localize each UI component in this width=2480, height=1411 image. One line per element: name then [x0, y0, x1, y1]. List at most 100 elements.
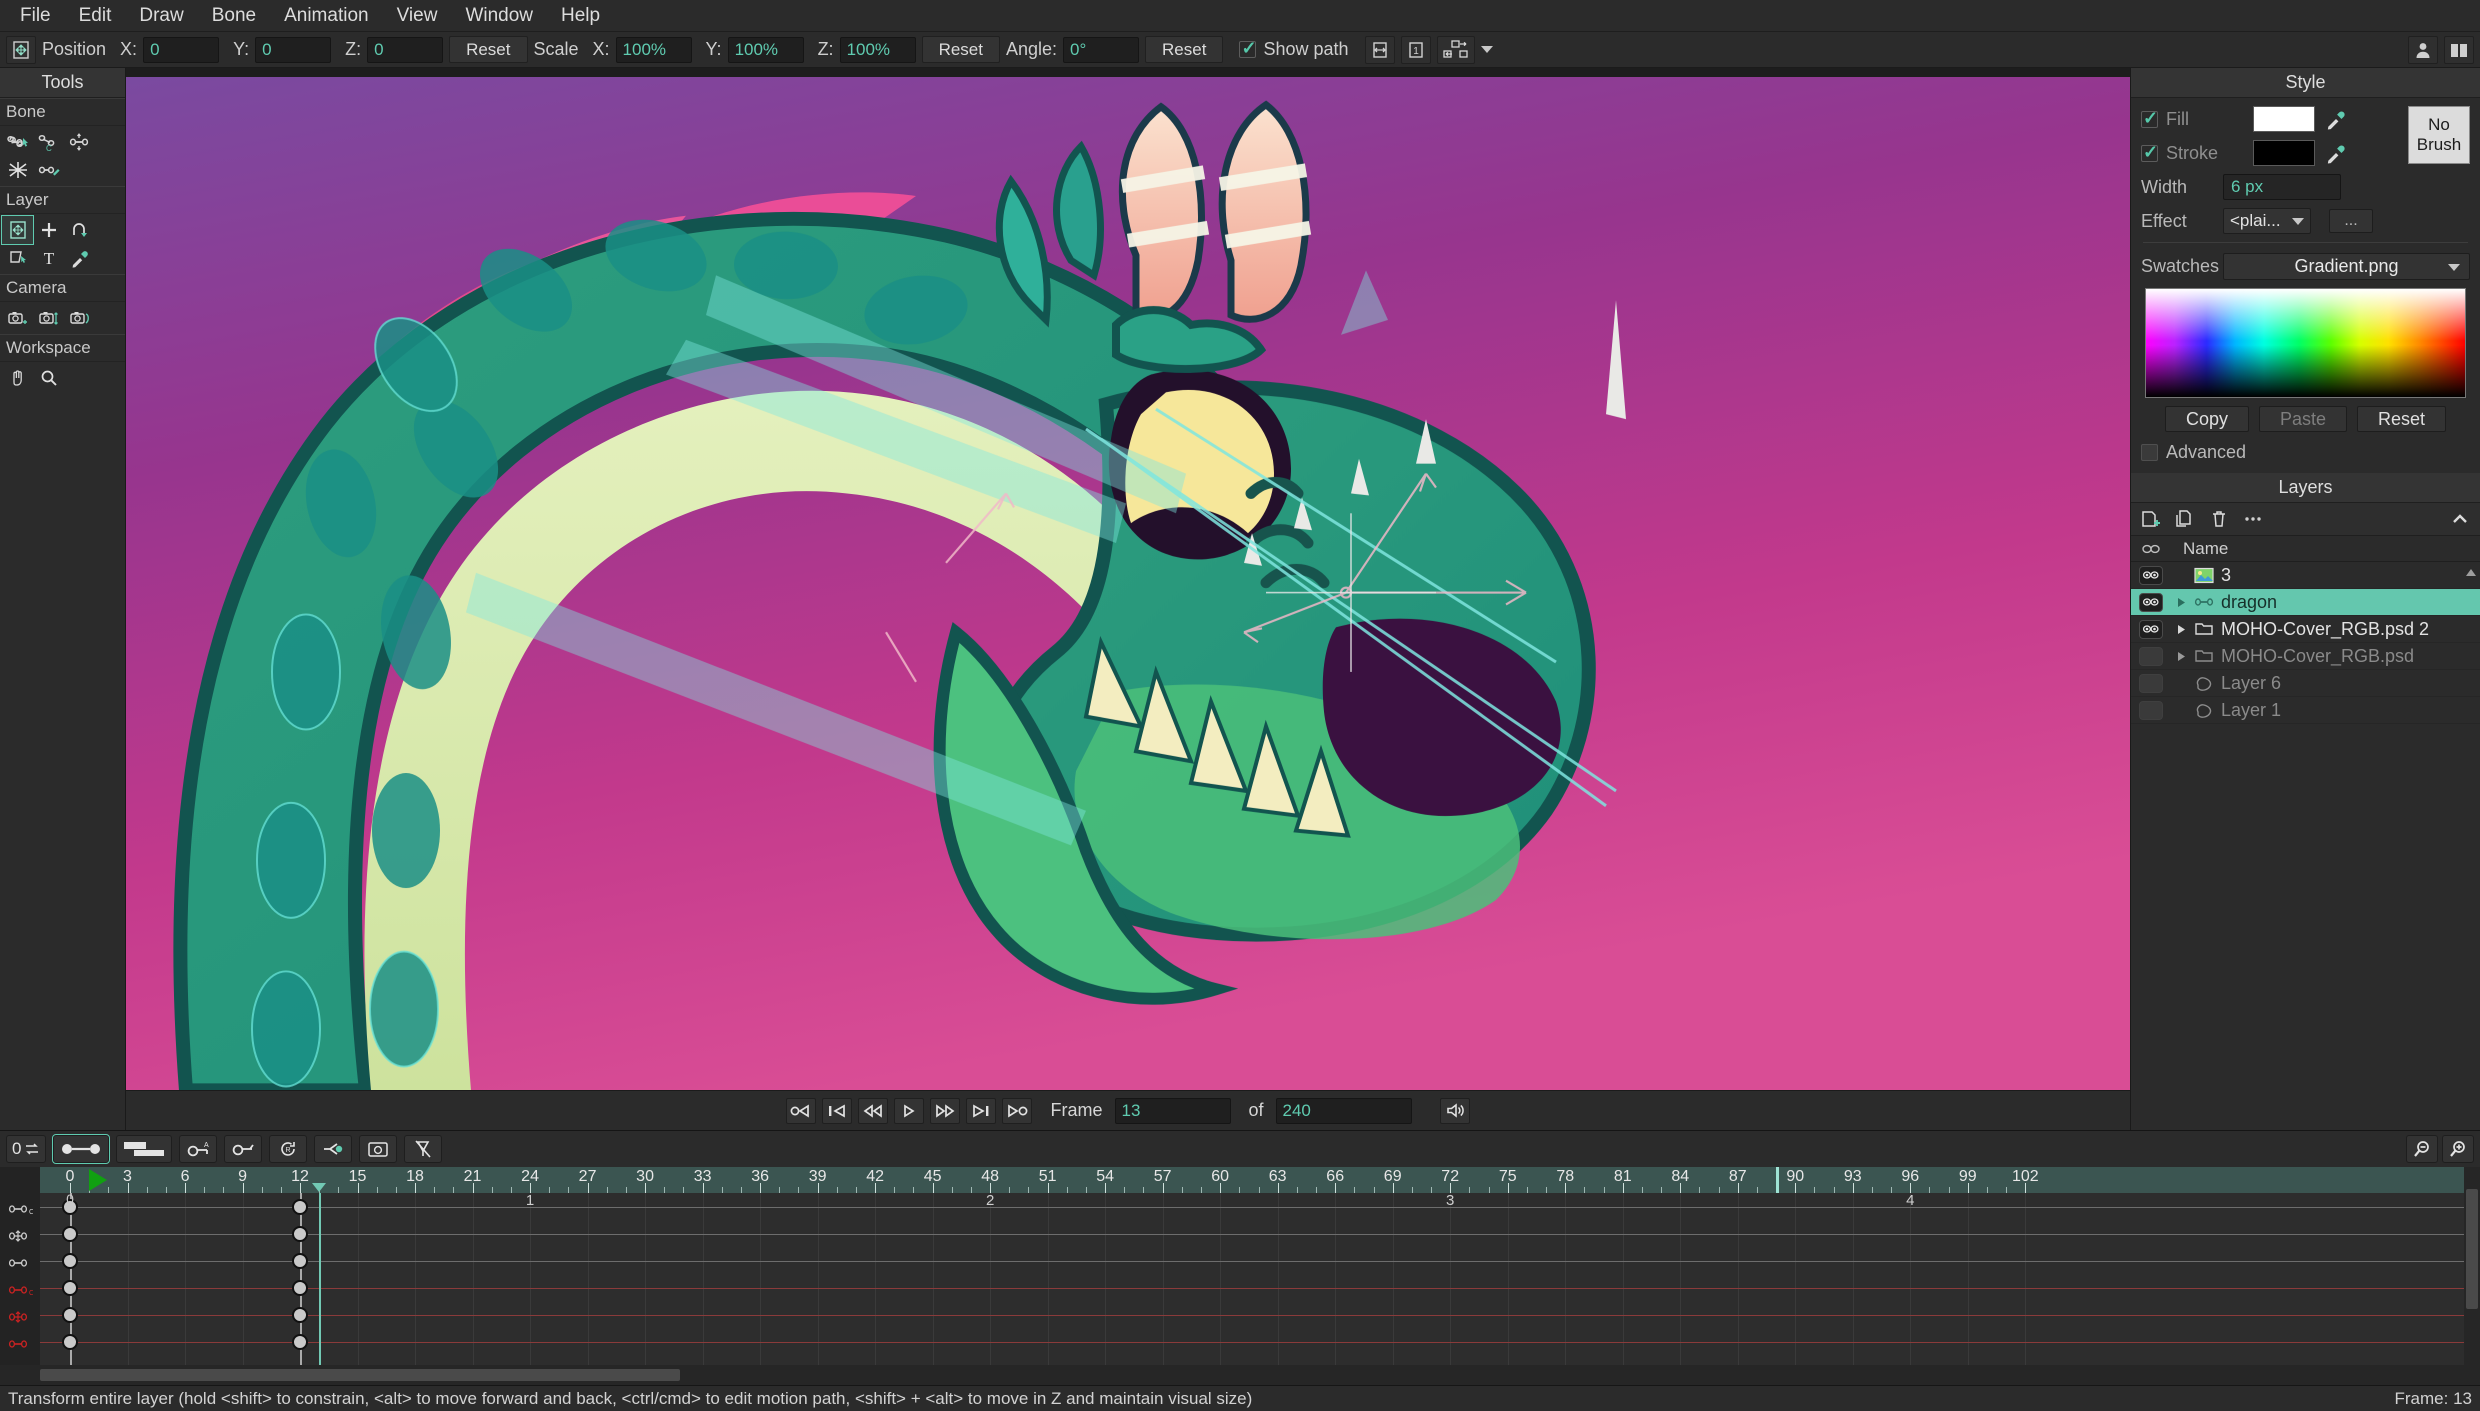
shear-layer-icon[interactable]: [2, 244, 33, 272]
layer-row-moho-cover[interactable]: MOHO-Cover_RGB.psd: [2131, 643, 2480, 670]
reset-angle-button[interactable]: Reset: [1145, 36, 1224, 63]
fill-eyedropper-icon[interactable]: [2323, 106, 2349, 132]
layers-more-icon[interactable]: [2239, 507, 2267, 531]
total-frames-input[interactable]: 240: [1275, 1097, 1412, 1124]
transform-layer-tool-icon[interactable]: [6, 35, 36, 64]
keyframe[interactable]: [62, 1307, 78, 1323]
keyframe[interactable]: [292, 1199, 309, 1215]
rewind-to-start-icon[interactable]: [786, 1097, 817, 1124]
camera-key-icon[interactable]: [359, 1135, 398, 1163]
advanced-checkbox[interactable]: [2141, 444, 2158, 461]
scale-x-input[interactable]: 100%: [615, 36, 692, 63]
layer-row-3[interactable]: 3: [2131, 562, 2480, 589]
flip-horizontal-icon[interactable]: [1364, 35, 1395, 64]
bone-offset-icon[interactable]: [64, 128, 95, 156]
bone-flexi-bind-icon[interactable]: [2, 156, 33, 184]
add-point-icon[interactable]: [33, 216, 64, 244]
layer-visibility-toggle[interactable]: [2131, 700, 2171, 720]
menu-animation[interactable]: Animation: [270, 2, 383, 29]
menu-help[interactable]: Help: [547, 2, 614, 29]
reset-position-button[interactable]: Reset: [449, 36, 528, 63]
next-keyframe-icon[interactable]: [966, 1097, 997, 1124]
smooth-interpolation-icon[interactable]: [52, 1134, 111, 1164]
menu-bone[interactable]: Bone: [198, 2, 270, 29]
bone-manipulate-icon[interactable]: C: [33, 128, 64, 156]
step-forward-icon[interactable]: [930, 1097, 961, 1124]
roll-camera-icon[interactable]: [64, 304, 95, 332]
fill-color-swatch[interactable]: [2253, 106, 2315, 132]
layer-row-layer-1[interactable]: Layer 1: [2131, 697, 2480, 724]
noise-icon[interactable]: [314, 1135, 353, 1163]
zoom-icon[interactable]: [33, 364, 64, 392]
layer-visibility-toggle[interactable]: [2131, 673, 2171, 693]
frame-input[interactable]: 13: [1114, 1097, 1231, 1124]
width-input[interactable]: 6 px: [2223, 174, 2341, 200]
stroke-checkbox[interactable]: [2141, 142, 2158, 163]
fill-checkbox[interactable]: [2141, 108, 2158, 129]
previous-keyframe-icon[interactable]: [822, 1097, 853, 1124]
stroke-eyedropper-icon[interactable]: [2323, 140, 2349, 166]
timeline-tracks-area[interactable]: 0 3 6 9 12 15 18 21 24 27 30 33 36 39 42 45 48 51 54 57 60 63…: [40, 1167, 2464, 1365]
pan-icon[interactable]: [2, 364, 33, 392]
menu-file[interactable]: File: [6, 2, 65, 29]
new-layer-icon[interactable]: [2137, 507, 2165, 531]
zoom-camera-icon[interactable]: [33, 304, 64, 332]
keyframe[interactable]: [62, 1334, 78, 1350]
keyframe[interactable]: [292, 1253, 309, 1269]
paste-color-button[interactable]: Paste: [2258, 406, 2348, 432]
timeline-tracks[interactable]: 12340: [40, 1191, 2464, 1365]
layers-scroll-up-icon[interactable]: [2464, 566, 2478, 584]
layer-visibility-toggle[interactable]: [2131, 646, 2171, 666]
show-path-checkbox-row[interactable]: Show path: [1239, 38, 1349, 60]
zoom-out-icon[interactable]: [2406, 1135, 2438, 1163]
timeline-play-cursor[interactable]: [89, 1169, 108, 1191]
play-icon[interactable]: [894, 1097, 925, 1124]
effect-options-button[interactable]: ...: [2329, 209, 2373, 233]
zoom-in-icon[interactable]: [2442, 1135, 2474, 1163]
menu-view[interactable]: View: [383, 2, 452, 29]
keyframe[interactable]: [292, 1307, 309, 1323]
keyframe[interactable]: [292, 1334, 309, 1350]
scale-y-input[interactable]: 100%: [727, 36, 804, 63]
position-z-input[interactable]: 0: [367, 36, 444, 63]
position-x-input[interactable]: 0: [143, 36, 220, 63]
playhead[interactable]: [319, 1193, 322, 1365]
keyframe[interactable]: [62, 1280, 78, 1296]
stroke-color-swatch[interactable]: [2253, 140, 2315, 166]
delete-layer-icon[interactable]: [2205, 507, 2233, 531]
menu-draw[interactable]: Draw: [125, 2, 197, 29]
speaker-icon[interactable]: [1439, 1097, 1470, 1124]
cycle-icon[interactable]: R: [269, 1135, 308, 1163]
layer-row-dragon[interactable]: dragon: [2131, 589, 2480, 616]
layer-expander[interactable]: [2171, 624, 2191, 635]
show-path-checkbox[interactable]: [1239, 38, 1257, 59]
layer-visibility-toggle[interactable]: [2131, 592, 2171, 612]
reset-scale-button[interactable]: Reset: [921, 36, 1000, 63]
scale-z-input[interactable]: 100%: [839, 36, 916, 63]
effect-select[interactable]: <plai...: [2223, 208, 2311, 234]
position-y-input[interactable]: 0: [255, 36, 332, 63]
frame-zero-toggle[interactable]: 0: [6, 1135, 47, 1163]
keyframe[interactable]: [292, 1226, 309, 1242]
layer-visibility-toggle[interactable]: [2131, 619, 2171, 639]
text-icon[interactable]: T: [33, 244, 64, 272]
keyframe[interactable]: [62, 1226, 78, 1242]
keyframe[interactable]: [62, 1253, 78, 1269]
transform-options-dropdown-icon[interactable]: [1480, 46, 1493, 53]
swatches-select[interactable]: Gradient.png: [2223, 253, 2470, 280]
layer-expander[interactable]: [2171, 597, 2191, 608]
jump-to-end-icon[interactable]: [1002, 1097, 1033, 1124]
help-book-icon[interactable]: [2444, 35, 2474, 64]
timeline-horizontal-scrollbar[interactable]: [0, 1365, 2480, 1385]
transform-options-icon[interactable]: [1436, 35, 1475, 64]
menu-edit[interactable]: Edit: [65, 2, 126, 29]
duplicate-layer-icon[interactable]: [2171, 507, 2199, 531]
bone-transform-icon[interactable]: [2, 128, 33, 156]
layer-row-moho-cover-2[interactable]: MOHO-Cover_RGB.psd 2: [2131, 616, 2480, 643]
track-camera-icon[interactable]: [2, 304, 33, 332]
timeline-ruler[interactable]: 0 3 6 9 12 15 18 21 24 27 30 33 36 39 42 45 48 51 54 57 60 63…: [40, 1167, 2464, 1193]
layer-expander[interactable]: [2171, 651, 2191, 662]
account-icon[interactable]: [2408, 35, 2438, 64]
copy-color-button[interactable]: Copy: [2164, 406, 2249, 432]
step-interpolation-icon[interactable]: [116, 1135, 173, 1163]
